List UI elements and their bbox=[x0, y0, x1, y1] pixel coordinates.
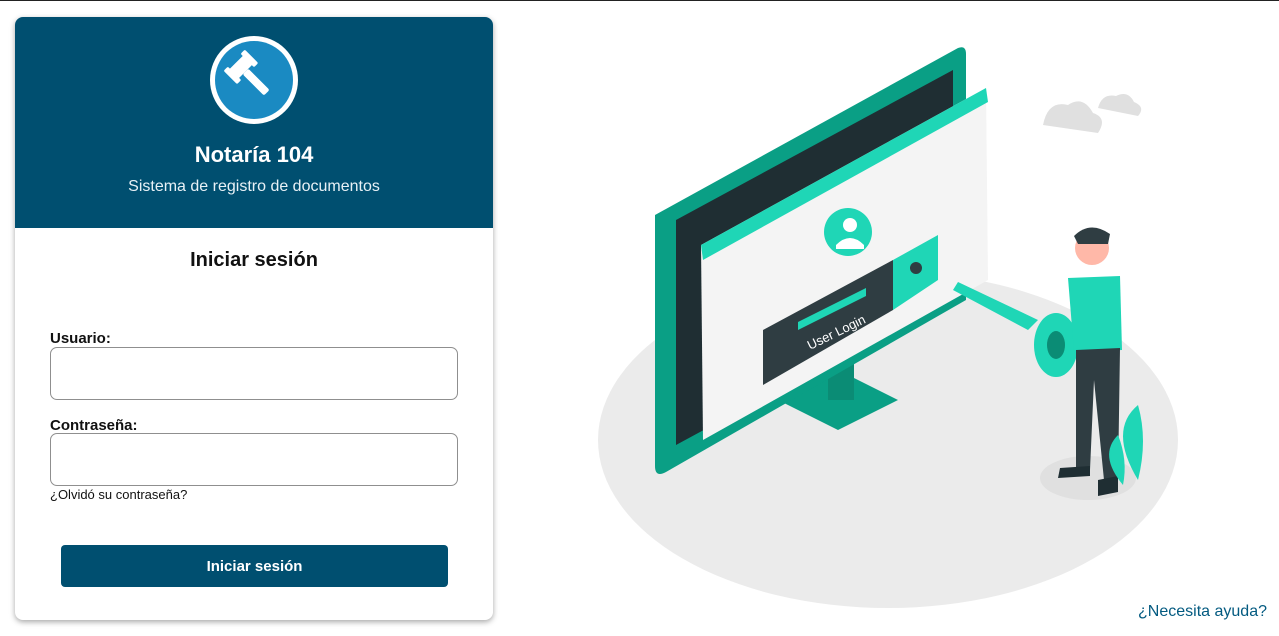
cloud-icon bbox=[1043, 101, 1102, 133]
cloud-icon bbox=[1098, 94, 1142, 116]
help-link[interactable]: ¿Necesita ayuda? bbox=[1138, 603, 1267, 621]
brand-logo bbox=[210, 36, 298, 124]
brand-title: Notaría 104 bbox=[194, 142, 314, 167]
username-input[interactable] bbox=[50, 347, 458, 400]
password-input[interactable] bbox=[50, 433, 458, 486]
brand-subtitle: Sistema de registro de documentos bbox=[128, 178, 380, 195]
forgot-password-link[interactable]: ¿Olvidó su contraseña? bbox=[50, 487, 187, 502]
login-button[interactable]: Iniciar sesión bbox=[61, 545, 448, 587]
login-illustration: User Login bbox=[598, 47, 1178, 608]
password-label: Contraseña: bbox=[50, 417, 138, 434]
top-border bbox=[0, 0, 1279, 1]
username-label: Usuario: bbox=[50, 330, 111, 347]
gavel-icon bbox=[224, 50, 269, 95]
card-header: Notaría 104 Sistema de registro de docum… bbox=[15, 17, 493, 228]
login-card: Notaría 104 Sistema de registro de docum… bbox=[15, 17, 493, 620]
login-heading: Iniciar sesión bbox=[190, 249, 318, 271]
